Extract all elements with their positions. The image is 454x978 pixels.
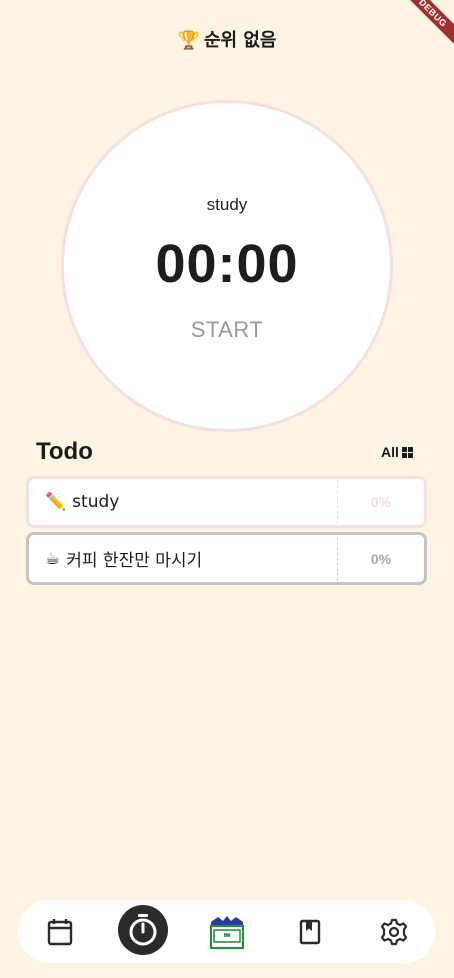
todo-progress: 0% xyxy=(370,550,392,567)
stopwatch-icon xyxy=(129,914,157,946)
nav-records[interactable] xyxy=(290,900,330,963)
bottom-navigation: ᄅᄇᄇ xyxy=(18,900,435,963)
coffee-icon: ☕ xyxy=(45,548,61,569)
todo-progress: 0% xyxy=(370,494,392,510)
calendar-icon xyxy=(47,918,73,945)
timer-display: 00:00 xyxy=(155,234,299,294)
grid-icon xyxy=(401,446,413,458)
filter-label: All xyxy=(381,444,399,460)
timer-subject: study xyxy=(206,195,248,214)
ranking-badge-icon: ᄅᄇᄇ xyxy=(209,915,245,949)
rank-status: 🏆 순위 없음 xyxy=(0,26,454,52)
timer-dial[interactable]: study 00:00 START xyxy=(61,100,393,432)
trophy-icon: 🏆 xyxy=(177,30,200,51)
badge-text: ᄅᄇᄇ xyxy=(223,932,231,943)
bookmark-book-icon xyxy=(299,919,321,944)
rank-text: 순위 없음 xyxy=(203,30,277,51)
start-button[interactable]: START xyxy=(64,317,390,343)
pencil-icon: ✏️ xyxy=(45,492,67,512)
todo-filter-button[interactable]: All xyxy=(381,444,413,460)
nav-timer[interactable] xyxy=(118,905,168,955)
nav-calendar[interactable] xyxy=(40,900,80,963)
todo-item-coffee[interactable]: ☕ 커피 한잔만 마시기 0% xyxy=(26,532,427,585)
todo-heading: Todo xyxy=(36,438,93,465)
settings-gear-icon xyxy=(380,918,408,945)
nav-settings[interactable] xyxy=(374,900,414,963)
todo-item-study[interactable]: ✏️ study 0% xyxy=(26,476,427,528)
nav-ranking[interactable]: ᄅᄇᄇ xyxy=(206,900,248,963)
todo-label: study xyxy=(72,492,120,512)
todo-label: 커피 한잔만 마시기 xyxy=(66,551,203,571)
